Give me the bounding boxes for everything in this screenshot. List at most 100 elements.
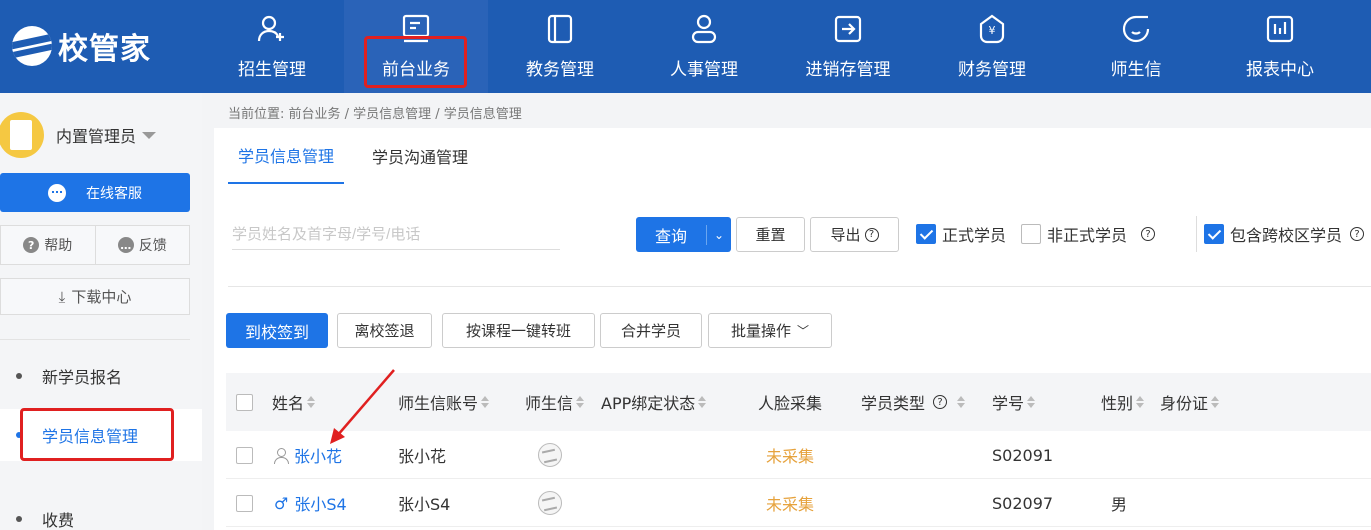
nav-label: 财务管理	[958, 60, 1026, 80]
column-label: 姓名	[272, 394, 305, 413]
column-header-id-card[interactable]: 身份证	[1160, 373, 1220, 431]
nav-item-finance[interactable]: ¥ 财务管理	[920, 0, 1064, 93]
column-header-name[interactable]: 姓名	[272, 373, 316, 431]
informal-student-filter[interactable]: 非正式学员 ?	[1021, 222, 1156, 246]
male-icon: ♂	[274, 493, 289, 513]
checkin-button[interactable]: 到校签到	[226, 313, 328, 348]
column-header-student-no[interactable]: 学号	[992, 373, 1036, 431]
nav-item-inventory[interactable]: 进销存管理	[776, 0, 920, 93]
feedback-button[interactable]: … 反馈	[94, 226, 190, 264]
nav-item-front-desk[interactable]: 前台业务	[344, 0, 488, 93]
column-label: 师生信账号	[398, 394, 479, 413]
table-row: 张小花 张小花 未采集 S02091	[226, 431, 1371, 479]
sort-icon[interactable]	[1211, 396, 1220, 408]
question-icon[interactable]: ?	[1350, 227, 1365, 241]
cross-campus-filter[interactable]: 包含跨校区学员 ?	[1204, 222, 1365, 246]
question-icon[interactable]: ?	[933, 395, 948, 409]
sidebar-item-student-info[interactable]: 学员信息管理	[0, 409, 202, 461]
column-label: APP绑定状态	[601, 394, 696, 413]
column-header-student-type[interactable]: 学员类型 ?	[861, 373, 966, 431]
gender-cell: 男	[1111, 495, 1128, 514]
checkout-button[interactable]: 离校签退	[337, 313, 432, 348]
transfer-class-label: 按课程一键转班	[465, 322, 571, 340]
nav-label: 前台业务	[382, 60, 450, 80]
help-label: 帮助	[44, 238, 73, 254]
breadcrumb: 当前位置: 前台业务 / 学员信息管理 / 学员信息管理	[228, 107, 522, 122]
export-button[interactable]: 导出 ?	[810, 217, 899, 252]
tab-student-info[interactable]: 学员信息管理	[228, 128, 345, 184]
student-name-link[interactable]: 张小S4	[294, 491, 346, 515]
nav-item-messaging[interactable]: 师生信	[1064, 0, 1208, 93]
sidebar-item-label: 学员信息管理	[42, 427, 139, 446]
brand-name: 校管家	[58, 32, 151, 67]
double-chevron-down-icon[interactable]: ⌄	[707, 228, 731, 242]
informal-student-label: 非正式学员	[1047, 226, 1128, 245]
tab-student-communication[interactable]: 学员沟通管理	[372, 128, 468, 184]
messaging-app-icon	[538, 443, 562, 467]
messaging-cell	[538, 479, 562, 527]
column-header-face-capture: 人脸采集	[758, 373, 822, 431]
sidebar: 内置管理员 在线客服 ? 帮助 … 反馈 ⤓ 下载中心 新学员报名 学员信息管理…	[0, 93, 202, 530]
formal-student-checkbox[interactable]	[916, 224, 936, 244]
merge-students-button[interactable]: 合并学员	[600, 313, 702, 348]
brand-logo[interactable]: 校管家	[12, 22, 151, 70]
user-profile[interactable]: 内置管理员	[0, 111, 157, 159]
sort-icon[interactable]	[957, 396, 966, 408]
name-cell: ♂ 张小S4	[274, 479, 347, 527]
caret-down-icon	[142, 131, 157, 139]
query-label: 查询	[654, 226, 687, 246]
feedback-icon: …	[117, 237, 134, 253]
online-service-button[interactable]: 在线客服	[0, 173, 190, 212]
column-label: 学员类型	[861, 394, 926, 413]
batch-operation-button[interactable]: 批量操作 ﹀	[708, 313, 832, 348]
nav-item-enrollment[interactable]: 招生管理	[200, 0, 344, 93]
search-input[interactable]	[232, 220, 560, 250]
nav-item-hr[interactable]: 人事管理	[632, 0, 776, 93]
formal-student-filter[interactable]: 正式学员	[916, 222, 1006, 246]
messaging-cell	[538, 431, 562, 479]
row-checkbox[interactable]	[236, 446, 253, 464]
avatar	[0, 112, 44, 158]
online-service-label: 在线客服	[86, 185, 142, 202]
nav-item-academic[interactable]: 教务管理	[488, 0, 632, 93]
section-divider	[228, 286, 1371, 287]
book-icon	[544, 13, 576, 45]
download-center-button[interactable]: ⤓ 下载中心	[0, 278, 190, 315]
sort-icon[interactable]	[1027, 396, 1036, 408]
transfer-class-button[interactable]: 按课程一键转班	[442, 313, 595, 348]
nav-item-reports[interactable]: 报表中心	[1208, 0, 1352, 93]
query-button[interactable]: 查询 ⌄	[636, 217, 731, 252]
column-header-account[interactable]: 师生信账号	[398, 373, 490, 431]
informal-student-checkbox[interactable]	[1021, 224, 1041, 244]
cross-campus-checkbox[interactable]	[1204, 224, 1224, 244]
column-header-messaging[interactable]: 师生信	[525, 373, 585, 431]
person-icon	[688, 13, 720, 45]
svg-text:¥: ¥	[989, 24, 996, 37]
question-icon: ?	[23, 237, 40, 253]
select-all-checkbox[interactable]	[236, 393, 253, 411]
sidebar-item-new-enrollment[interactable]: 新学员报名	[0, 350, 202, 402]
row-checkbox[interactable]	[236, 494, 253, 512]
help-button[interactable]: ? 帮助	[1, 226, 95, 264]
download-label: 下载中心	[71, 288, 132, 306]
sort-icon[interactable]	[1136, 396, 1145, 408]
bullet-icon	[16, 432, 22, 438]
sort-icon[interactable]	[576, 396, 585, 408]
nav-label: 人事管理	[670, 60, 738, 80]
column-label: 师生信	[525, 394, 574, 413]
sort-icon[interactable]	[698, 396, 707, 408]
user-name: 内置管理员	[56, 127, 137, 146]
sort-icon[interactable]	[307, 396, 316, 408]
download-icon: ⤓	[58, 287, 66, 306]
inventory-icon	[832, 13, 864, 45]
face-capture-status: 未采集	[766, 495, 815, 514]
sort-icon[interactable]	[481, 396, 490, 408]
column-header-app-status[interactable]: APP绑定状态	[601, 373, 707, 431]
student-name-link[interactable]: 张小花	[294, 443, 342, 467]
reset-button[interactable]: 重置	[736, 217, 805, 252]
batch-operation-label: 批量操作	[730, 322, 791, 340]
column-header-gender[interactable]: 性别	[1101, 373, 1145, 431]
formal-student-label: 正式学员	[942, 226, 1007, 245]
question-icon[interactable]: ?	[1141, 227, 1156, 241]
sidebar-item-charges[interactable]: 收费	[0, 493, 202, 530]
